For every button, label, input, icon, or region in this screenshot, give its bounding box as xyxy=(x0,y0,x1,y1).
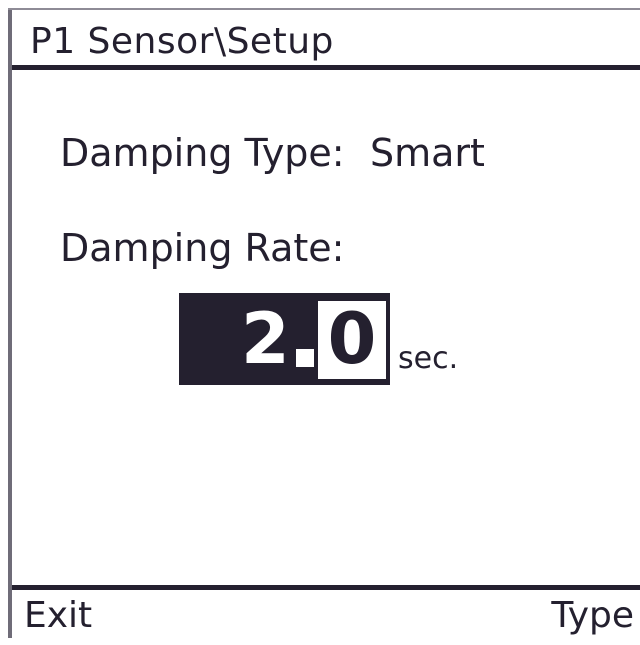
exit-softkey[interactable]: Exit xyxy=(24,594,92,638)
damping-rate-unit: sec. xyxy=(398,341,459,376)
damping-rate-label: Damping Rate: xyxy=(60,226,345,270)
damping-rate-editor[interactable]: 2 0 xyxy=(179,293,390,385)
page-title: P1 Sensor\Setup xyxy=(30,21,334,62)
lcd-screen: P1 Sensor\Setup Damping Type: Smart Damp… xyxy=(0,0,640,645)
damping-type-label: Damping Type: xyxy=(60,131,345,175)
damping-rate-integer-digit[interactable]: 2 xyxy=(241,303,290,375)
type-softkey[interactable]: Type xyxy=(551,594,634,638)
screen-frame-left xyxy=(8,8,12,638)
decimal-point xyxy=(296,349,314,367)
digit-cursor[interactable]: 0 xyxy=(318,301,386,379)
header-divider xyxy=(12,65,640,70)
damping-rate-fraction-digit[interactable]: 0 xyxy=(318,303,386,375)
damping-type-value: Smart xyxy=(370,131,485,175)
softkey-divider xyxy=(12,585,640,590)
header-bar: P1 Sensor\Setup xyxy=(12,10,640,66)
